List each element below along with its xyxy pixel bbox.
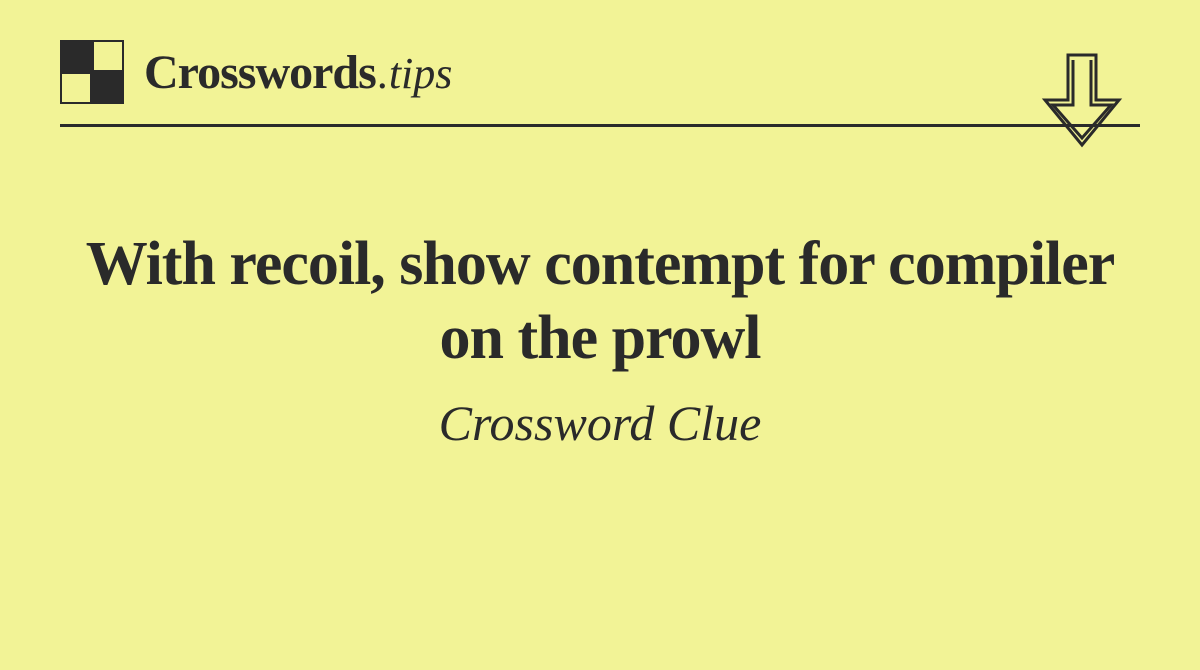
logo-main-text: Crosswords	[144, 46, 376, 99]
clue-text: With recoil, show contempt for compiler …	[50, 227, 1150, 376]
logo-section: Crosswords.tips	[60, 40, 452, 104]
crossword-logo-icon	[60, 40, 124, 104]
main-content: With recoil, show contempt for compiler …	[0, 127, 1200, 452]
logo-text-wrapper: Crosswords.tips	[144, 45, 452, 100]
logo-suffix-text: .tips	[378, 49, 453, 98]
subtitle-text: Crossword Clue	[50, 394, 1150, 452]
down-arrow-icon	[1035, 50, 1130, 160]
header: Crosswords.tips	[0, 0, 1200, 104]
